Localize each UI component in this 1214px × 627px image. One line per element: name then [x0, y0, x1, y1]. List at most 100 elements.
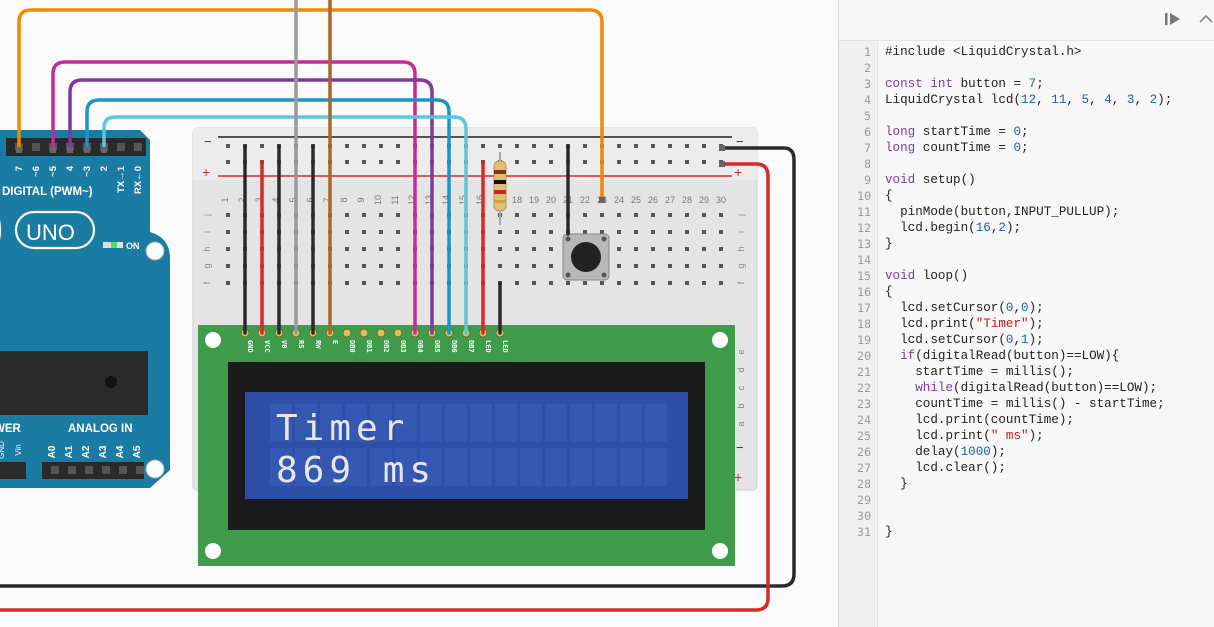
code-line[interactable]: lcd.print("Timer"); [885, 316, 1214, 332]
rail-hole [515, 160, 519, 164]
wire-end [67, 147, 73, 153]
code-line[interactable]: lcd.begin(16,2); [885, 220, 1214, 236]
circuit-diagram[interactable]: − + − + − + 1234567891011121314151617181… [0, 0, 838, 627]
line-number: 17 [857, 301, 871, 315]
rail-hole [634, 160, 638, 164]
breadboard-hole [498, 264, 502, 268]
code-line[interactable] [885, 60, 1214, 76]
editor-toolbar [839, 0, 1214, 41]
rail-hole [668, 144, 672, 148]
breadboard-hole [362, 247, 366, 251]
analog-pin-label: A5 [132, 445, 143, 458]
code-line[interactable]: LiquidCrystal lcd(12, 11, 5, 4, 3, 2); [885, 92, 1214, 108]
code-line[interactable]: #include <LiquidCrystal.h> [885, 44, 1214, 60]
lcd-cell [645, 404, 667, 442]
breadboard-hole [719, 281, 723, 285]
breadboard-hole [668, 281, 672, 285]
code-line[interactable]: startTime = millis(); [885, 364, 1214, 380]
code-line[interactable]: countTime = millis() - startTime; [885, 396, 1214, 412]
lcd-cell [620, 404, 642, 442]
rail-hole [379, 160, 383, 164]
breadboard-hole [226, 264, 230, 268]
digital-pin [117, 143, 125, 151]
code-editor-panel[interactable]: 1 2 3 4 5 6 7 8 9 10 11 12 13 14 15 16 17 18 19 20 21 22 23 24 2… [839, 0, 1214, 627]
code-line[interactable] [885, 492, 1214, 508]
rail-hole [481, 144, 485, 148]
code-line[interactable]: delay(1000); [885, 444, 1214, 460]
digital-pin-label: 7 [14, 166, 25, 171]
code-line[interactable]: long countTime = 0; [885, 140, 1214, 156]
breadboard-hole [345, 281, 349, 285]
code-line[interactable]: void loop() [885, 268, 1214, 284]
breadboard-hole [617, 264, 621, 268]
rail-hole [362, 144, 366, 148]
breadboard-hole [634, 264, 638, 268]
breadboard-hole [396, 281, 400, 285]
row-letter: c [736, 385, 746, 390]
digital-pin-label: ~3 [82, 166, 93, 177]
line-number: 20 [857, 349, 871, 363]
rail-hole [685, 144, 689, 148]
code-line[interactable]: while(digitalRead(button)==LOW); [885, 380, 1214, 396]
code-line[interactable]: lcd.print(" ms"); [885, 428, 1214, 444]
code-line[interactable]: if(digitalRead(button)==LOW){ [885, 348, 1214, 364]
rail-plus-right: + [734, 164, 742, 180]
code-line[interactable]: pinMode(button,INPUT_PULLUP); [885, 204, 1214, 220]
lcd-module[interactable]: Timer 869 ms GND VCC V0 RS RW E DB0 DB1 DB2 DB3 DB… [198, 325, 735, 566]
lcd-cell [520, 448, 542, 486]
code-line[interactable]: } [885, 476, 1214, 492]
lcd-pin-label: LED [484, 340, 492, 353]
line-number: 22 [857, 381, 871, 395]
analog-pin [136, 466, 144, 474]
code-line[interactable]: lcd.setCursor(0,0); [885, 300, 1214, 316]
line-number: 6 [864, 125, 871, 139]
code-area[interactable]: #include <LiquidCrystal.h> const int butt… [885, 44, 1214, 540]
line-number: 11 [857, 205, 871, 219]
rail-hole [549, 160, 553, 164]
line-number: 2 [864, 61, 871, 75]
rail-hole [226, 144, 230, 148]
analog-pin-label: A1 [64, 445, 75, 458]
code-line[interactable] [885, 252, 1214, 268]
code-line[interactable]: lcd.print(countTime); [885, 412, 1214, 428]
code-line[interactable]: } [885, 236, 1214, 252]
line-number: 24 [857, 413, 871, 427]
code-line[interactable] [885, 156, 1214, 172]
code-line[interactable]: long startTime = 0; [885, 124, 1214, 140]
pushbutton[interactable] [562, 233, 610, 281]
code-line[interactable]: lcd.clear(); [885, 460, 1214, 476]
code-line[interactable]: const int button = 7; [885, 76, 1214, 92]
circuit-canvas[interactable]: − + − + − + 1234567891011121314151617181… [0, 0, 838, 627]
code-line[interactable]: { [885, 284, 1214, 300]
code-line[interactable]: { [885, 188, 1214, 204]
breadboard-hole [685, 230, 689, 234]
breadboard-hole [702, 247, 706, 251]
lcd-mount-hole [205, 543, 221, 559]
breadboard-hole [345, 264, 349, 268]
step-forward-button[interactable] [1161, 9, 1185, 29]
code-line[interactable]: lcd.setCursor(0,1); [885, 332, 1214, 348]
breadboard-hole [668, 247, 672, 251]
row-letter: i [202, 231, 212, 233]
breadboard-hole [515, 281, 519, 285]
wire-end [599, 197, 605, 203]
code-line[interactable]: void setup() [885, 172, 1214, 188]
line-number: 16 [857, 285, 871, 299]
code-line[interactable]: } [885, 524, 1214, 540]
digital-pin [32, 143, 40, 151]
breadboard-hole [651, 264, 655, 268]
column-number: 27 [665, 195, 675, 205]
breadboard-hole [702, 213, 706, 217]
line-number: 1 [864, 45, 871, 59]
code-line[interactable] [885, 508, 1214, 524]
rail-hole [532, 144, 536, 148]
analog-pin-label: A4 [115, 445, 126, 458]
code-line[interactable] [885, 108, 1214, 124]
line-number: 5 [864, 109, 871, 123]
column-number: 26 [648, 195, 658, 205]
lcd-cell [420, 404, 442, 442]
rail-hole [515, 144, 519, 148]
lcd-cell [595, 448, 617, 486]
collapse-button[interactable] [1197, 9, 1213, 29]
arduino-uno[interactable]: DIGITAL (PWM~) 7 ~6 ~5 4 ~3 2 TX→1 RX←0 UNO ON … [0, 130, 170, 488]
